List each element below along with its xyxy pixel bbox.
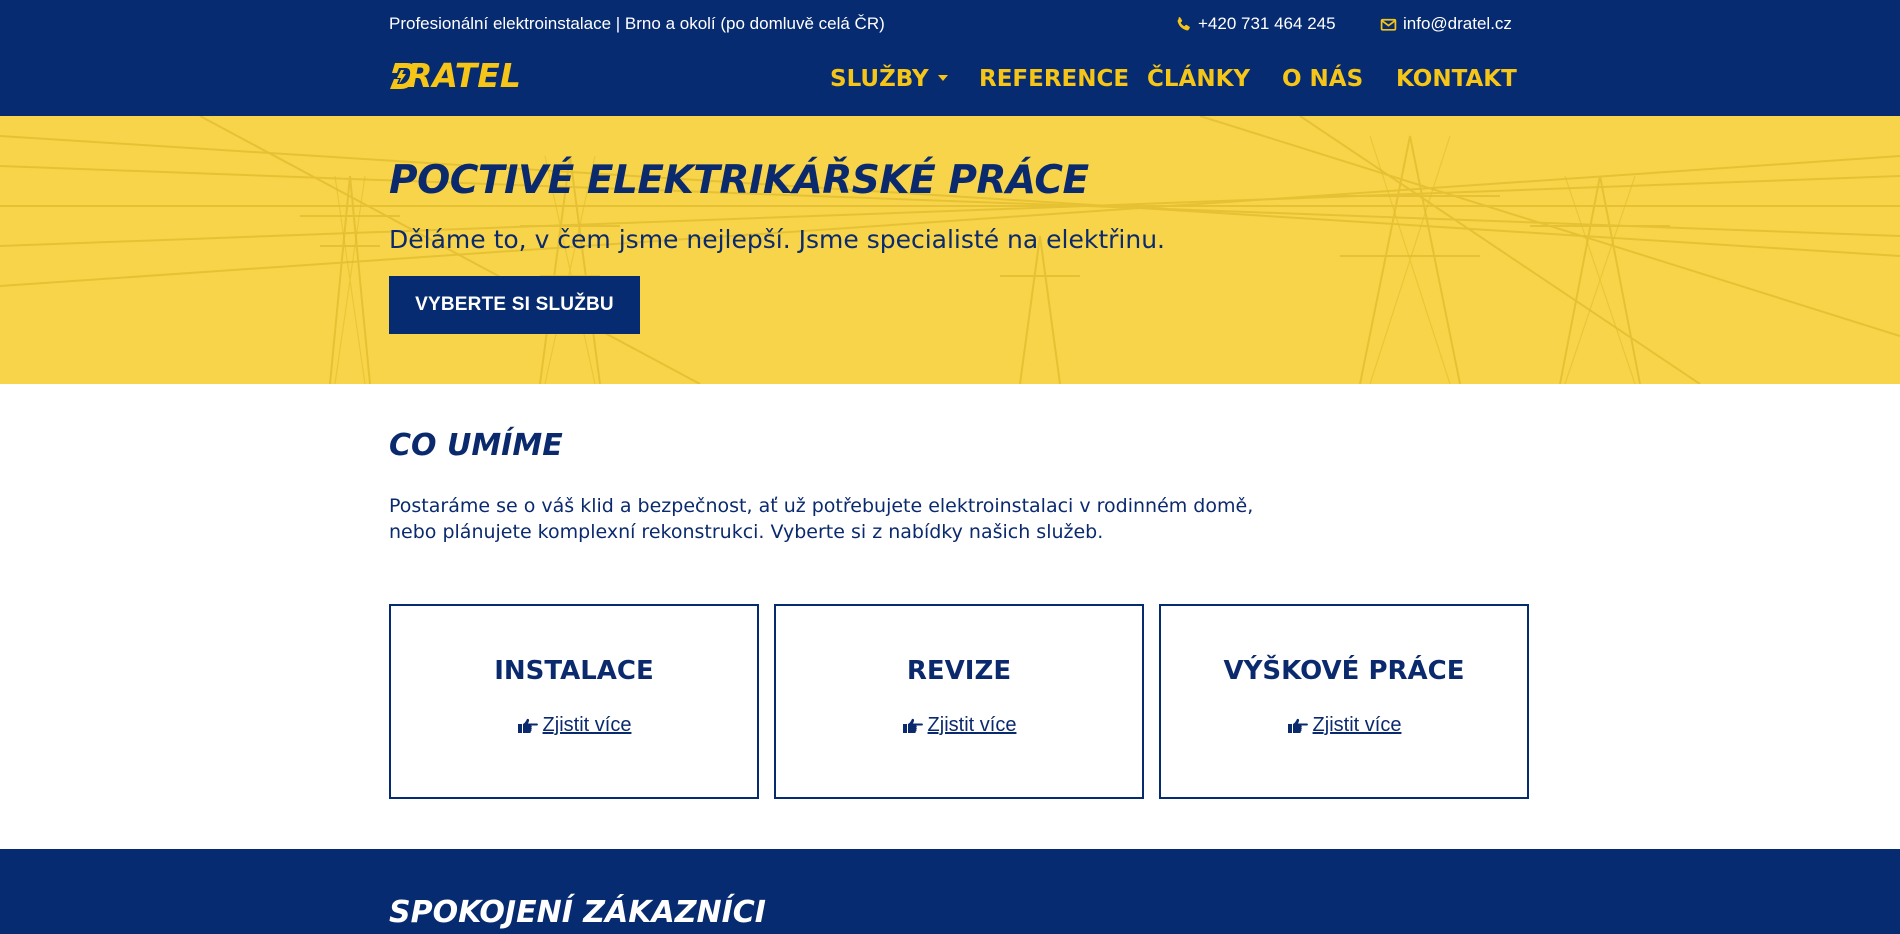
phone-icon [1177, 16, 1190, 30]
service-card-title: REVIZE [906, 656, 1012, 686]
nav-item-sluzby[interactable]: SLUŽBY [830, 62, 948, 96]
topbar-tagline: Profesionální elektroinstalace | Brno a … [389, 14, 885, 33]
hero-title: POCTIVÉ ELEKTRIKÁŘSKÉ PRÁCE [389, 158, 1089, 203]
customers-section-title: SPOKOJENÍ ZÁKAZNÍCI [389, 895, 766, 930]
service-card-instalace[interactable]: INSTALACE Zjistit více [389, 604, 759, 799]
customers-section: SPOKOJENÍ ZÁKAZNÍCI [0, 849, 1900, 934]
pointing-hand-icon [1287, 718, 1308, 733]
service-card-revize[interactable]: REVIZE Zjistit více [774, 604, 1144, 799]
learn-more-link[interactable]: Zjistit více [776, 714, 1142, 737]
hero-subtitle: Děláme to, v čem jsme nejlepší. Jsme spe… [389, 225, 1165, 254]
hero-banner: POCTIVÉ ELEKTRIKÁŘSKÉ PRÁCE Děláme to, v… [0, 116, 1900, 384]
service-card-title: INSTALACE [494, 656, 654, 686]
learn-more-label: Zjistit více [927, 714, 1017, 736]
services-section-title: CO UMÍME [389, 428, 563, 463]
choose-service-button[interactable]: VYBERTE SI SLUŽBU [389, 276, 640, 334]
topbar-phone-link[interactable]: +420 731 464 245 [1175, 14, 1336, 34]
nav-item-label: SLUŽBY [830, 66, 929, 92]
learn-more-link[interactable]: Zjistit více [391, 714, 757, 737]
nav-item-clanky[interactable]: ČLÁNKY [1147, 62, 1250, 96]
intro-line-2: nebo plánujete komplexní rekonstrukci. V… [389, 521, 1104, 543]
logo-wordmark: RATEL [407, 56, 521, 95]
topbar-email-link[interactable]: info@dratel.cz [1380, 14, 1512, 34]
nav-item-reference[interactable]: REFERENCE [979, 62, 1129, 96]
phone-number: +420 731 464 245 [1198, 14, 1336, 33]
dropdown-caret-icon [937, 74, 948, 81]
envelope-icon [1380, 18, 1397, 31]
nav-item-o-nas[interactable]: O NÁS [1282, 62, 1363, 96]
dratel-logo[interactable]: RATEL [389, 56, 541, 96]
services-intro-text: Postaráme se o váš klid a bezpečnost, ať… [389, 493, 1289, 545]
site-header: Profesionální elektroinstalace | Brno a … [0, 0, 1900, 116]
service-card-vyskove-prace[interactable]: VÝŠKOVÉ PRÁCE Zjistit více [1159, 604, 1529, 799]
pointing-hand-icon [517, 718, 538, 733]
nav-item-kontakt[interactable]: KONTAKT [1396, 62, 1517, 96]
learn-more-label: Zjistit více [542, 714, 632, 736]
service-card-title: VÝŠKOVÉ PRÁCE [1223, 656, 1465, 686]
email-address: info@dratel.cz [1403, 14, 1512, 33]
pointing-hand-icon [902, 718, 923, 733]
intro-line-1: Postaráme se o váš klid a bezpečnost, ať… [389, 495, 1254, 517]
learn-more-label: Zjistit více [1312, 714, 1402, 736]
learn-more-link[interactable]: Zjistit více [1161, 714, 1527, 737]
